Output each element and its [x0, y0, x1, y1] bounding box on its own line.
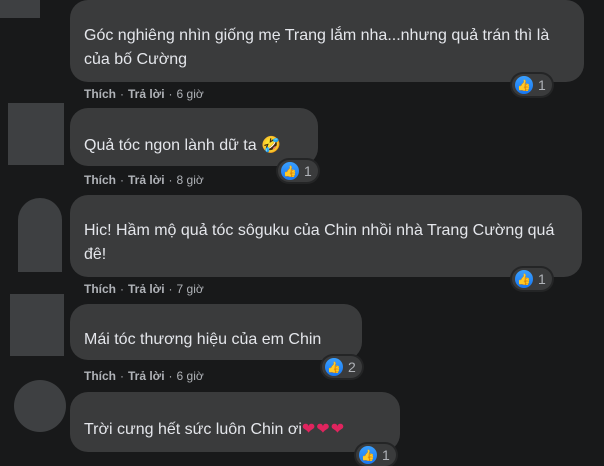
reaction-count: 1	[538, 77, 546, 93]
avatar[interactable]	[14, 380, 66, 432]
like-link[interactable]: Thích	[84, 173, 116, 187]
like-thumb-icon: 👍	[281, 162, 299, 180]
reply-link[interactable]: Trả lời	[128, 282, 165, 296]
timestamp[interactable]: 6 giờ	[177, 369, 204, 383]
reply-link[interactable]: Trả lời	[128, 173, 165, 187]
avatar[interactable]	[8, 103, 64, 165]
hearts-emoji: ❤❤❤	[301, 421, 346, 438]
reaction-count: 1	[538, 271, 546, 287]
reaction-summary[interactable]: 👍 2	[322, 356, 362, 378]
like-link[interactable]: Thích	[84, 87, 116, 101]
reaction-count: 2	[348, 359, 356, 375]
comment-text: Góc nghiêng nhìn giống mẹ Trang lắm nha.…	[84, 27, 550, 68]
comment-bubble: Trời cưng hết sức luôn Chin ơi❤❤❤	[70, 392, 400, 452]
comment-text: Hic! Hầm mộ quả tóc sôguku của Chin nhồi…	[84, 222, 555, 263]
timestamp[interactable]: 7 giờ	[177, 282, 204, 296]
comment-text: Quả tóc ngon lành dữ ta	[84, 137, 257, 154]
like-thumb-icon: 👍	[359, 446, 377, 464]
avatar[interactable]	[18, 198, 62, 272]
like-thumb-icon: 👍	[515, 76, 533, 94]
rofl-emoji: 🤣	[261, 137, 281, 154]
avatar[interactable]	[0, 0, 40, 18]
comment-bubble: Góc nghiêng nhìn giống mẹ Trang lắm nha.…	[70, 0, 584, 82]
like-thumb-icon: 👍	[515, 270, 533, 288]
comment-bubble: Hic! Hầm mộ quả tóc sôguku của Chin nhồi…	[70, 195, 582, 277]
reaction-count: 1	[304, 163, 312, 179]
timestamp[interactable]: 6 giờ	[177, 87, 204, 101]
reaction-count: 1	[382, 447, 390, 463]
reply-link[interactable]: Trả lời	[128, 369, 165, 383]
like-link[interactable]: Thích	[84, 369, 116, 383]
comment-text: Trời cưng hết sức luôn Chin ơi	[84, 421, 302, 438]
comment-bubble: Mái tóc thương hiệu của em Chin	[70, 304, 362, 360]
avatar[interactable]	[10, 294, 64, 356]
reply-link[interactable]: Trả lời	[128, 87, 165, 101]
comment-actions: Thích · Trả lời · 6 giờ	[84, 87, 204, 101]
comment-actions: Thích · Trả lời · 8 giờ	[84, 173, 204, 187]
like-thumb-icon: 👍	[325, 358, 343, 376]
timestamp[interactable]: 8 giờ	[177, 173, 204, 187]
comment-text: Mái tóc thương hiệu của em Chin	[84, 331, 322, 348]
like-link[interactable]: Thích	[84, 282, 116, 296]
comment-actions: Thích · Trả lời · 7 giờ	[84, 282, 204, 296]
reaction-summary[interactable]: 👍 1	[278, 160, 318, 182]
reaction-summary[interactable]: 👍 1	[356, 444, 396, 466]
comment-actions: Thích · Trả lời · 6 giờ	[84, 369, 204, 383]
comment-bubble: Quả tóc ngon lành dữ ta 🤣	[70, 108, 318, 166]
reaction-summary[interactable]: 👍 1	[512, 74, 552, 96]
reaction-summary[interactable]: 👍 1	[512, 268, 552, 290]
